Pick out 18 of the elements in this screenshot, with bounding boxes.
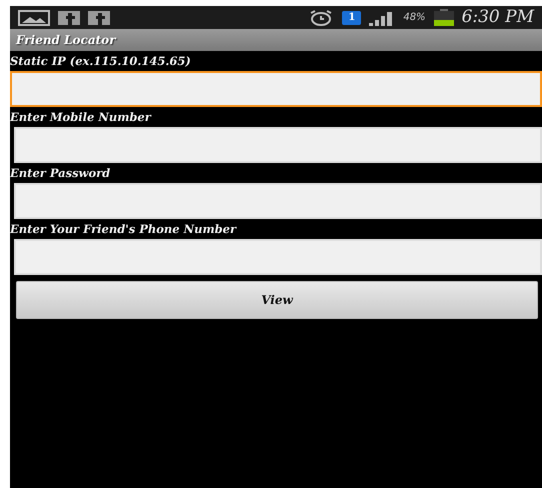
notification-badge: 1 xyxy=(342,10,362,24)
app-icon xyxy=(58,10,80,24)
field-label: Enter Password xyxy=(10,165,112,182)
field-label: Enter Your Friend's Phone Number xyxy=(10,221,238,238)
alarm-icon xyxy=(308,8,334,26)
title-bar: Friend Locator xyxy=(10,29,542,51)
input-field[interactable] xyxy=(10,71,542,107)
app-icon xyxy=(88,10,110,24)
input-field[interactable] xyxy=(14,127,542,163)
clock-time: 6:30 PM xyxy=(462,6,534,29)
input-field[interactable] xyxy=(14,239,542,275)
input-field[interactable] xyxy=(14,183,542,219)
field-label: Enter Mobile Number xyxy=(10,109,152,126)
battery-icon xyxy=(434,9,454,26)
field-label: Static IP (ex.115.10.145.65) xyxy=(10,53,192,70)
image-icon xyxy=(18,10,50,26)
battery-percent: 48% xyxy=(403,11,426,25)
view-button[interactable]: View xyxy=(16,281,538,319)
